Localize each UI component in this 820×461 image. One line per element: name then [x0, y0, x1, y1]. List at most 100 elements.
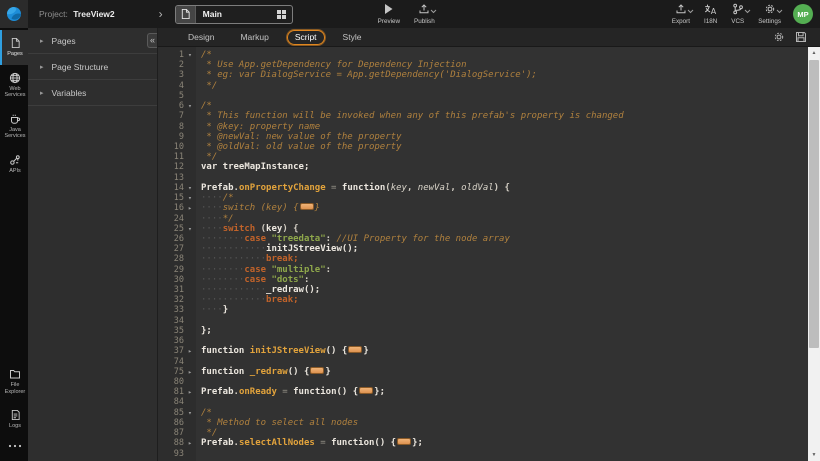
folded-code-icon[interactable] — [300, 203, 314, 210]
folded-code-icon[interactable] — [397, 438, 411, 445]
code-line[interactable]: 74 — [158, 357, 808, 367]
code-line[interactable]: 87 */ — [158, 428, 808, 438]
caret-down-icon[interactable] — [744, 9, 751, 16]
code-line[interactable]: 1▾/* — [158, 50, 808, 60]
code-line[interactable]: 6▾/* — [158, 101, 808, 111]
code-line[interactable]: 27············initJStreeView(); — [158, 244, 808, 254]
scroll-up-icon[interactable]: ▲ — [808, 47, 820, 59]
code-line[interactable]: 12var treeMapInstance; — [158, 162, 808, 172]
editor-scrollbar[interactable]: ▲ ▼ — [808, 47, 820, 461]
code-line[interactable]: 32············break; — [158, 295, 808, 305]
settings-icon — [764, 3, 776, 17]
fold-open-icon[interactable]: ▾ — [184, 224, 196, 234]
code-line[interactable]: 3 * eg: var DialogService = App.getDepen… — [158, 70, 808, 80]
code-line[interactable]: 81▸Prefab.onReady = function() {}; — [158, 387, 808, 397]
rail-item-web-services[interactable]: Web Services — [0, 65, 28, 106]
code-text: ····*/ — [196, 214, 234, 224]
tab-design[interactable]: Design — [180, 30, 222, 45]
caret-down-icon[interactable] — [687, 9, 694, 16]
rail-item-more[interactable] — [0, 437, 28, 455]
code-line[interactable]: 26········case "treedata": //UI Property… — [158, 234, 808, 244]
rail-item-file-explorer[interactable]: File Explorer — [0, 361, 28, 402]
fold-gutter — [184, 295, 196, 305]
code-line[interactable]: 37▸function initJStreeView() {} — [158, 346, 808, 356]
code-line[interactable]: 16▸····switch (key) {} — [158, 203, 808, 213]
code-line[interactable]: 36 — [158, 336, 808, 346]
fold-collapsed-icon[interactable]: ▸ — [184, 203, 196, 213]
fold-collapsed-icon[interactable]: ▸ — [184, 367, 196, 377]
code-line[interactable]: 88▸Prefab.selectAllNodes = function() {}… — [158, 438, 808, 448]
code-line[interactable]: 85▾/* — [158, 408, 808, 418]
code-line[interactable]: 86 * Method to select all nodes — [158, 418, 808, 428]
avatar[interactable]: MP — [793, 4, 813, 24]
scrollbar-track[interactable] — [808, 348, 820, 449]
folded-code-icon[interactable] — [310, 367, 324, 374]
code-line[interactable]: 7 * This function will be invoked when a… — [158, 111, 808, 121]
fold-open-icon[interactable]: ▾ — [184, 183, 196, 193]
code-line[interactable]: 31············_redraw(); — [158, 285, 808, 295]
folded-code-icon[interactable] — [359, 387, 373, 394]
code-line[interactable]: 93 — [158, 449, 808, 459]
code-line[interactable]: 5 — [158, 91, 808, 101]
fold-collapsed-icon[interactable]: ▸ — [184, 346, 196, 356]
publish-button[interactable]: Publish — [414, 4, 435, 25]
wavemaker-logo[interactable] — [0, 0, 28, 28]
caret-down-icon[interactable] — [776, 9, 783, 16]
preview-button[interactable]: Preview — [378, 4, 400, 25]
code-line[interactable]: 75▸function _redraw() {} — [158, 367, 808, 377]
line-number: 33 — [158, 305, 184, 315]
code-line[interactable]: 84 — [158, 397, 808, 407]
code-text: ····} — [196, 305, 228, 315]
code-line[interactable]: 35}; — [158, 326, 808, 336]
i18n-button[interactable]: AI18N — [704, 4, 717, 25]
code-line[interactable]: 4 */ — [158, 81, 808, 91]
caret-down-icon[interactable] — [430, 9, 437, 16]
rail-item-java-services[interactable]: Java Services — [0, 106, 28, 147]
code-line[interactable]: 15▾····/* — [158, 193, 808, 203]
code-line[interactable]: 29········case "multiple": — [158, 265, 808, 275]
export-button[interactable]: Export — [672, 4, 690, 25]
panel-section-pages[interactable]: ▸Pages — [28, 28, 157, 54]
tab-markup[interactable]: Markup — [232, 30, 276, 45]
tab-script[interactable]: Script — [287, 30, 325, 45]
code-line[interactable]: 80 — [158, 377, 808, 387]
code-line[interactable]: 25▾····switch (key) { — [158, 224, 808, 234]
rail-item-label: APIs — [2, 168, 28, 175]
code-line[interactable]: 2 * Use App.getDependency for Dependency… — [158, 60, 808, 70]
panel-section-page-structure[interactable]: ▸Page Structure — [28, 54, 157, 80]
code-line[interactable]: 30········case "dots": — [158, 275, 808, 285]
fold-open-icon[interactable]: ▾ — [184, 408, 196, 418]
fold-open-icon[interactable]: ▾ — [184, 101, 196, 111]
settings-button[interactable]: Settings — [758, 4, 781, 25]
gear-icon[interactable] — [773, 31, 785, 43]
folded-code-icon[interactable] — [348, 346, 362, 353]
line-number: 27 — [158, 244, 184, 254]
fold-open-icon[interactable]: ▾ — [184, 50, 196, 60]
save-icon[interactable] — [795, 31, 807, 43]
code-line[interactable]: 13 — [158, 173, 808, 183]
code-area[interactable]: 1▾/*2 * Use App.getDependency for Depend… — [158, 47, 808, 461]
page-selector[interactable]: Main — [175, 5, 293, 24]
tab-style[interactable]: Style — [335, 30, 370, 45]
code-line[interactable]: 8 * @key: property name — [158, 122, 808, 132]
panel-collapse-button[interactable]: « — [147, 33, 157, 48]
code-line[interactable]: 24····*/ — [158, 214, 808, 224]
rail-item-pages[interactable]: Pages — [0, 30, 28, 65]
grid-icon[interactable] — [276, 9, 292, 20]
vcs-button[interactable]: VCS — [731, 4, 744, 25]
code-line[interactable]: 28············break; — [158, 254, 808, 264]
code-line[interactable]: 11 */ — [158, 152, 808, 162]
code-line[interactable]: 14▾Prefab.onPropertyChange = function(ke… — [158, 183, 808, 193]
rail-item-logs[interactable]: Logs — [0, 402, 28, 437]
code-line[interactable]: 33 ····} — [158, 305, 808, 315]
scrollbar-thumb[interactable] — [809, 60, 819, 348]
rail-item-apis[interactable]: APIs — [0, 147, 28, 182]
fold-collapsed-icon[interactable]: ▸ — [184, 387, 196, 397]
scroll-down-icon[interactable]: ▼ — [808, 449, 820, 461]
fold-collapsed-icon[interactable]: ▸ — [184, 438, 196, 448]
fold-open-icon[interactable]: ▾ — [184, 193, 196, 203]
panel-section-variables[interactable]: ▸Variables — [28, 80, 157, 106]
code-line[interactable]: 9 * @newVal: new value of the property — [158, 132, 808, 142]
code-line[interactable]: 10 * @oldVal: old value of the property — [158, 142, 808, 152]
code-line[interactable]: 34 — [158, 316, 808, 326]
